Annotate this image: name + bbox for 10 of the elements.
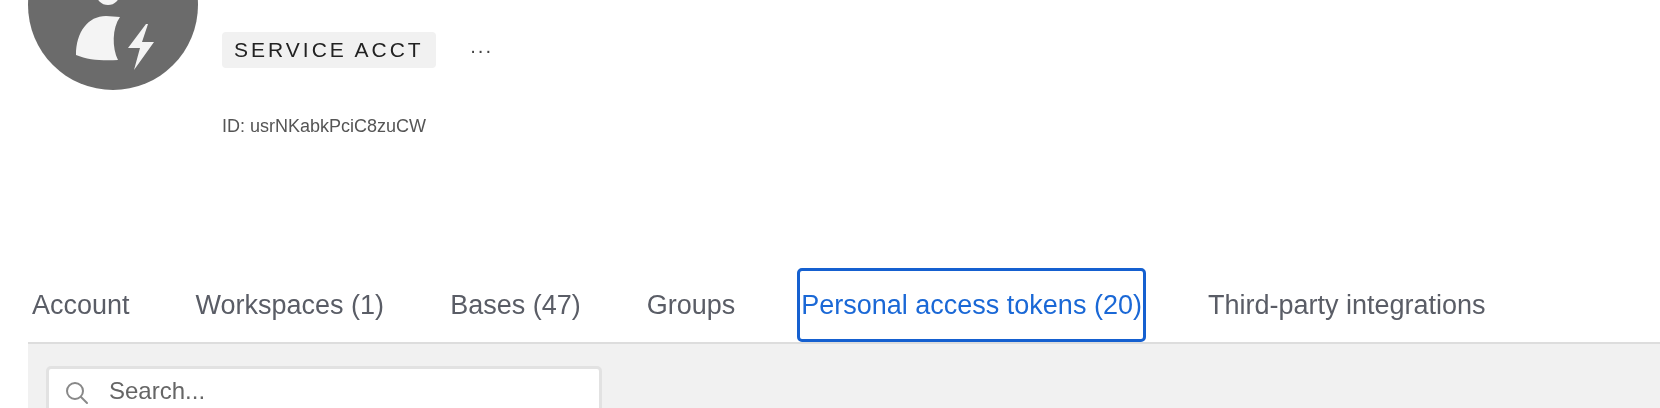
tab[interactable]: Third-party integrations [1203, 268, 1490, 342]
account-type-badge: SERVICE ACCT [222, 32, 436, 68]
tab[interactable]: Bases (47) [446, 268, 585, 342]
user-id: ID: usrNKabkPciC8zuCW [222, 116, 428, 137]
tab[interactable]: Personal access tokens (20) [797, 268, 1146, 342]
tab[interactable]: Groups [642, 268, 740, 342]
search-field[interactable]: Search... [46, 366, 602, 408]
tab[interactable]: Workspaces (1) [191, 268, 389, 342]
more-button[interactable]: ··· [465, 38, 497, 62]
tab[interactable]: Account [28, 268, 134, 342]
